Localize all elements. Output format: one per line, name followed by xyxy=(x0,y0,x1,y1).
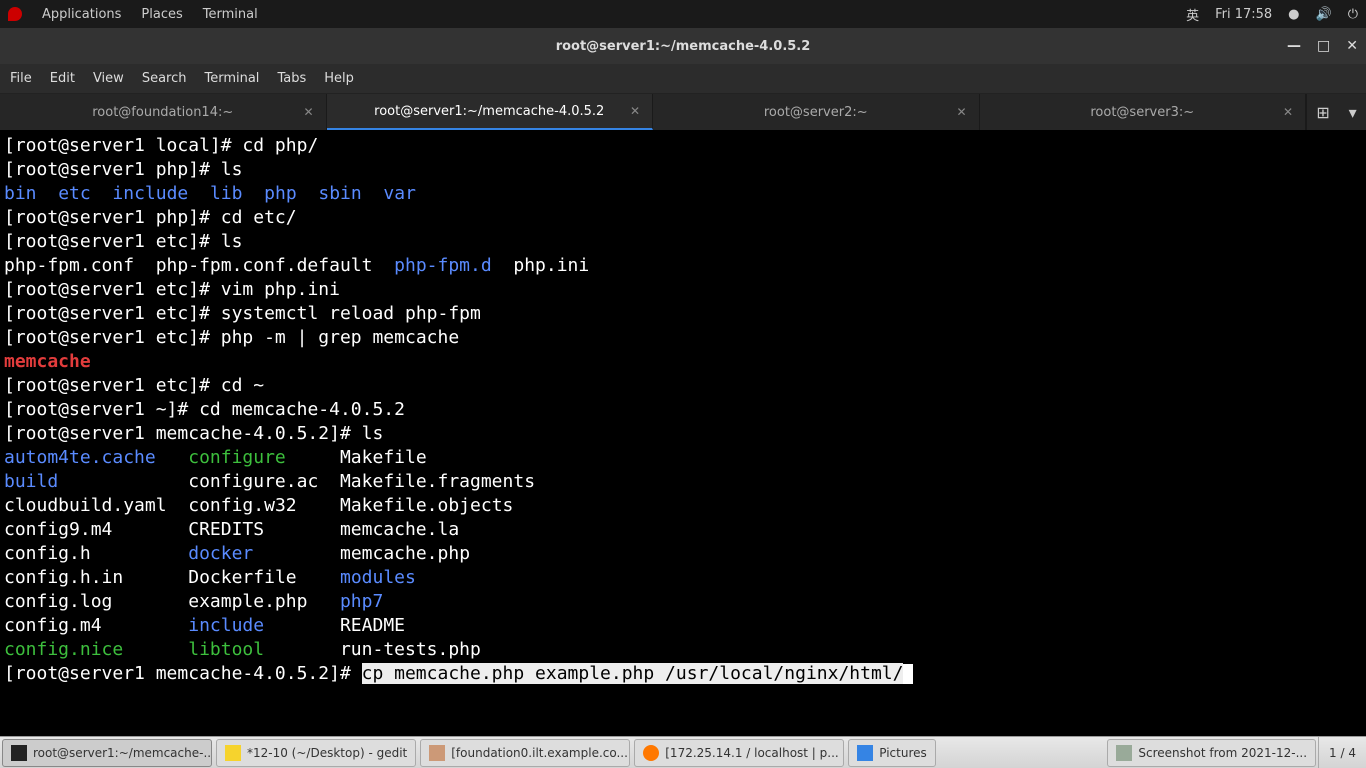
image-icon xyxy=(1116,745,1132,761)
folder-icon xyxy=(857,745,873,761)
menu-file[interactable]: File xyxy=(10,71,32,86)
dir: sbin xyxy=(318,183,361,204)
task-firefox[interactable]: [172.25.14.1 / localhost | p... xyxy=(634,739,844,767)
task-pictures[interactable]: Pictures xyxy=(848,739,936,767)
tab-foundation14[interactable]: root@foundation14:~✕ xyxy=(0,94,327,130)
gedit-icon xyxy=(225,745,241,761)
gnome-topbar: Applications Places Terminal 英 Fri 17:58… xyxy=(0,0,1366,28)
menu-edit[interactable]: Edit xyxy=(50,71,75,86)
close-icon[interactable]: ✕ xyxy=(630,104,640,118)
tab-server2[interactable]: root@server2:~✕ xyxy=(653,94,980,130)
dir: bin xyxy=(4,183,37,204)
menu-view[interactable]: View xyxy=(93,71,124,86)
clock[interactable]: Fri 17:58 xyxy=(1215,7,1272,22)
applications-menu[interactable]: Applications xyxy=(42,7,121,22)
menu-terminal[interactable]: Terminal xyxy=(204,71,259,86)
task-gedit[interactable]: *12-10 (~/Desktop) - gedit xyxy=(216,739,416,767)
tab-server3[interactable]: root@server3:~✕ xyxy=(980,94,1307,130)
dir: lib xyxy=(210,183,243,204)
terminal-tabs: root@foundation14:~✕ root@server1:~/memc… xyxy=(0,94,1366,130)
ime-indicator[interactable]: 英 xyxy=(1186,5,1199,24)
close-icon[interactable]: ✕ xyxy=(1283,105,1293,119)
new-tab-icon[interactable]: ⊞ xyxy=(1316,103,1329,122)
dir: php xyxy=(264,183,297,204)
minimize-button[interactable]: — xyxy=(1287,38,1301,54)
window-titlebar[interactable]: root@server1:~/memcache-4.0.5.2 — □ ✕ xyxy=(0,28,1366,64)
redhat-icon xyxy=(8,7,22,21)
close-icon[interactable]: ✕ xyxy=(303,105,313,119)
close-icon[interactable]: ✕ xyxy=(956,105,966,119)
menu-search[interactable]: Search xyxy=(142,71,187,86)
terminal-icon xyxy=(11,745,27,761)
maximize-button[interactable]: □ xyxy=(1317,38,1330,54)
task-screenshot[interactable]: Screenshot from 2021-12-... xyxy=(1107,739,1316,767)
menu-help[interactable]: Help xyxy=(324,71,354,86)
vm-icon xyxy=(429,745,445,761)
selected-text: cp memcache.php example.php /usr/local/n… xyxy=(362,663,904,684)
tab-server1[interactable]: root@server1:~/memcache-4.0.5.2✕ xyxy=(327,94,654,130)
dir: etc xyxy=(58,183,91,204)
window-title: root@server1:~/memcache-4.0.5.2 xyxy=(556,39,811,54)
dir: include xyxy=(112,183,188,204)
terminal-appmenu[interactable]: Terminal xyxy=(203,7,258,22)
cursor xyxy=(903,664,913,684)
task-terminal[interactable]: root@server1:~/memcache-... xyxy=(2,739,212,767)
menubar: File Edit View Search Terminal Tabs Help xyxy=(0,64,1366,94)
terminal-content[interactable]: [root@server1 local]# cd php/ [root@serv… xyxy=(0,130,1366,730)
menu-tabs[interactable]: Tabs xyxy=(277,71,306,86)
power-icon[interactable]: ⏻ xyxy=(1348,7,1358,22)
places-menu[interactable]: Places xyxy=(141,7,182,22)
workspace-indicator[interactable]: 1 / 4 xyxy=(1318,737,1366,768)
close-button[interactable]: ✕ xyxy=(1346,38,1358,54)
taskbar: root@server1:~/memcache-... *12-10 (~/De… xyxy=(0,736,1366,768)
firefox-icon xyxy=(643,745,659,761)
task-vm[interactable]: [foundation0.ilt.example.co... xyxy=(420,739,630,767)
dot-icon: ● xyxy=(1288,7,1299,22)
volume-icon[interactable]: 🔊 xyxy=(1316,7,1332,22)
dir: var xyxy=(383,183,416,204)
chevron-down-icon[interactable]: ▾ xyxy=(1349,103,1357,122)
grep-match: memcache xyxy=(4,351,91,372)
